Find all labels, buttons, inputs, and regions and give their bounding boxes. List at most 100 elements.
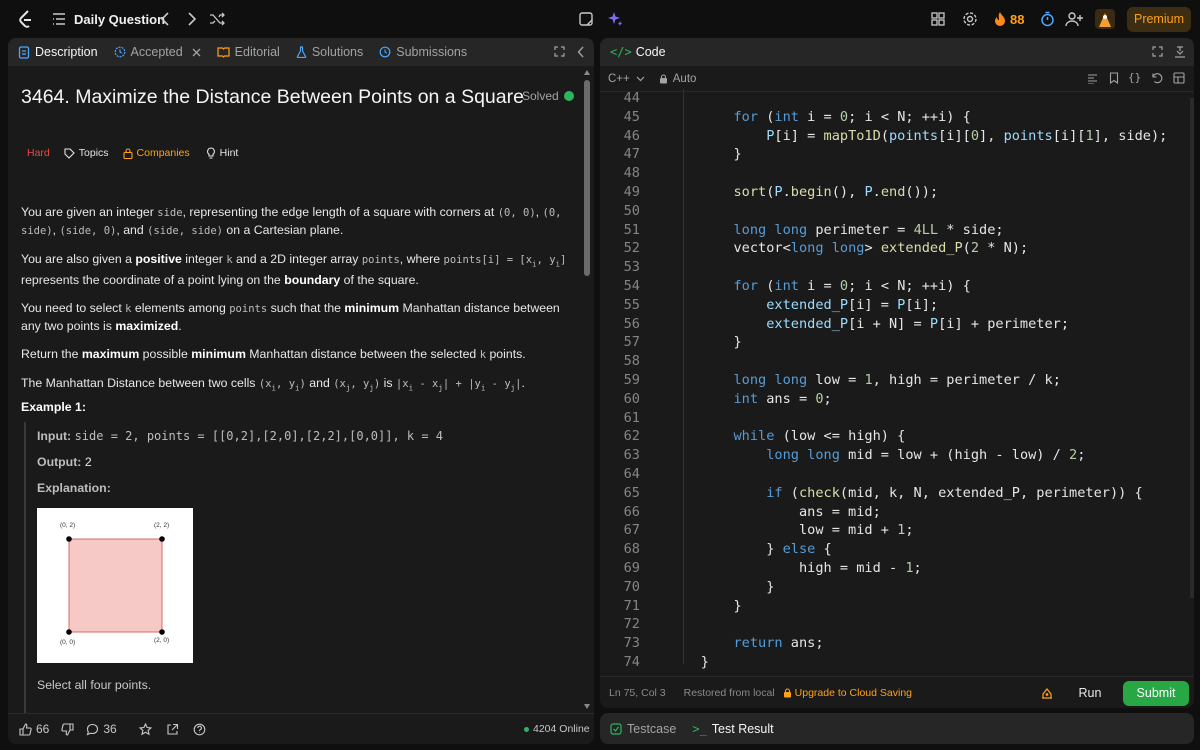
code-line[interactable]: 68 } else { [600,540,1194,559]
close-tab-icon[interactable] [192,48,201,57]
daily-question-title[interactable]: Daily Question [74,12,165,27]
code-line[interactable]: 63 long long mid = low + (high - low) / … [600,446,1194,465]
next-problem-icon[interactable] [186,11,198,27]
code-line[interactable]: 53 [600,258,1194,277]
tab-accepted[interactable]: Accepted [114,45,201,59]
code-line[interactable]: 60 int ans = 0; [600,390,1194,409]
code-line[interactable]: 55 extended_P[i] = P[i]; [600,296,1194,315]
line-number: 61 [623,409,640,426]
tab-test-result[interactable]: >_ Test Result [692,722,773,736]
braces-icon[interactable]: {} [1128,71,1141,84]
code-token: * N); [979,240,1029,257]
tab-solutions[interactable]: Solutions [296,45,363,59]
code-line[interactable]: 51 long long perimeter = 4LL * side; [600,221,1194,240]
code-scrollbar[interactable] [1190,98,1194,598]
tab-editorial[interactable]: Editorial [217,45,280,59]
hint-tag[interactable]: Hint [206,147,238,159]
code-token: . [872,183,881,200]
add-friend-icon[interactable] [1065,11,1083,27]
topics-tag[interactable]: Topics [64,147,109,159]
layout-grid-icon[interactable] [931,12,945,26]
tab-description[interactable]: Description [18,45,98,59]
code-line[interactable]: 69 high = mid - 1; [600,559,1194,578]
mode-toggle[interactable]: Auto [659,73,696,85]
code-line[interactable]: 59 long long low = 1, high = perimeter /… [600,371,1194,390]
companies-tag[interactable]: Companies [122,147,190,159]
scrollbar-thumb[interactable] [584,80,590,276]
prev-problem-icon[interactable] [159,11,171,27]
code-line[interactable]: 52 vector<long long> extended_P(2 * N); [600,239,1194,258]
line-number: 68 [623,541,640,558]
leetcode-logo-icon[interactable] [16,9,36,29]
code-line[interactable]: 45 for (int i = 0; i < N; ++i) { [600,108,1194,127]
code-line[interactable]: 48 [600,164,1194,183]
collapse-panel-icon[interactable] [577,46,585,58]
expand-panel-icon[interactable] [554,46,565,57]
code-token: [i] + perimeter; [938,315,1070,332]
shuffle-icon[interactable] [209,11,225,27]
thumbs-down-icon[interactable] [61,722,74,736]
code-line[interactable]: 44 [600,89,1194,108]
share-icon[interactable] [166,723,179,736]
code-line[interactable]: 71 } [600,597,1194,616]
user-avatar[interactable] [1095,9,1115,29]
code-line[interactable]: 58 [600,352,1194,371]
code-line[interactable]: 72 [600,615,1194,634]
code-line[interactable]: 67 low = mid + 1; [600,521,1194,540]
scroll-up-arrow[interactable] [584,70,590,75]
star-icon[interactable] [138,722,152,736]
code-token: > [864,240,881,257]
editor-layout-icon[interactable] [1173,72,1185,84]
code-line[interactable]: 50 [600,202,1194,221]
code-tab-label[interactable]: Code [636,45,666,59]
code-line[interactable]: 54 for (int i = 0; i < N; ++i) { [600,277,1194,296]
tab-accepted-label: Accepted [130,45,183,59]
code-line[interactable]: 64 [600,465,1194,484]
example-title: Example 1: [21,400,86,414]
code-line[interactable]: 47 } [600,145,1194,164]
tab-testcase[interactable]: Testcase [610,722,676,736]
code-line[interactable]: 73 return ans; [600,634,1194,653]
code-line[interactable]: 49 sort(P.begin(), P.end()); [600,183,1194,202]
code-token: 2 [1069,447,1078,464]
line-number: 54 [623,277,640,294]
code-token: perimeter = [807,221,914,238]
code-line[interactable]: 62 while (low <= high) { [600,427,1194,446]
code-line[interactable]: 61 [600,409,1194,428]
thumbs-up-icon[interactable] [19,722,32,736]
code-line[interactable]: 65 if (check(mid, k, N, extended_P, peri… [600,484,1194,503]
upgrade-link[interactable]: Upgrade to Cloud Saving [783,687,912,699]
code-line[interactable]: 70 } [600,578,1194,597]
streak-fire-icon[interactable] [993,11,1007,27]
submit-button[interactable]: Submit [1123,681,1189,706]
code-editor[interactable]: 44 45 for (int i = 0; i < N; ++i) {46 P[i… [600,89,1194,671]
code-line[interactable]: 66 ans = mid; [600,503,1194,522]
language-select[interactable]: C++ [608,73,645,85]
scroll-down-arrow[interactable] [584,704,590,709]
premium-button[interactable]: Premium [1127,7,1191,32]
settings-gear-icon[interactable] [962,11,978,27]
reset-icon[interactable] [1151,72,1163,84]
bookmark-icon[interactable] [1109,72,1119,84]
note-icon[interactable] [578,11,594,27]
diagram-label-br: (2, 0) [154,637,170,644]
run-button[interactable]: Run [1062,681,1118,706]
code-token: ], [979,127,1004,144]
problem-list-icon[interactable] [52,12,66,26]
line-number: 55 [623,296,640,313]
help-icon[interactable] [193,723,206,736]
code-line[interactable]: 74 } [600,653,1194,671]
format-icon[interactable] [1087,73,1098,84]
tab-submissions[interactable]: Submissions [379,45,467,59]
expand-code-icon[interactable] [1152,46,1163,57]
code-line[interactable]: 56 extended_P[i + N] = P[i] + perimeter; [600,315,1194,334]
problem-title[interactable]: 3464. Maximize the Distance Between Poin… [21,86,524,109]
timer-icon[interactable] [1040,11,1055,27]
debugger-icon[interactable] [1040,686,1054,700]
comment-icon[interactable] [86,723,99,736]
collapse-code-icon[interactable] [1174,46,1186,58]
ai-sparkle-icon[interactable] [607,11,623,27]
code-line[interactable]: 46 P[i] = mapTo1D(points[i][0], points[i… [600,127,1194,146]
code-line[interactable]: 57 } [600,333,1194,352]
